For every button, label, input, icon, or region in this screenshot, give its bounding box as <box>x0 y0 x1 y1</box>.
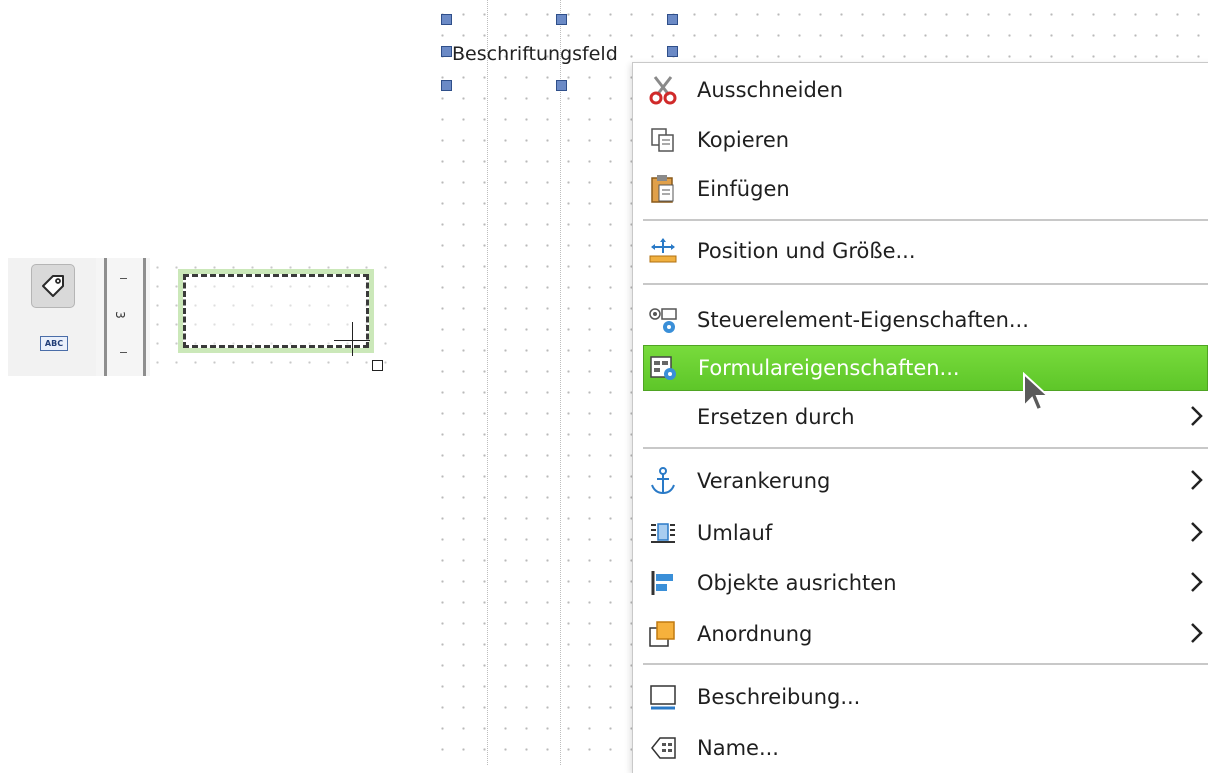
align-objects-icon <box>645 567 681 599</box>
ruler-edge <box>104 258 107 376</box>
menu-separator <box>643 219 1208 221</box>
menu-item-position-size[interactable]: Position und Größe... <box>643 229 1208 273</box>
copy-icon <box>645 124 681 156</box>
ruler-edge <box>143 258 146 376</box>
label-field-text[interactable]: Beschriftungsfeld <box>452 43 618 65</box>
position-size-icon <box>645 235 681 267</box>
grid-line <box>487 0 488 765</box>
selection-handle[interactable] <box>441 14 452 25</box>
wrap-icon <box>645 517 681 549</box>
menu-item-copy[interactable]: Kopieren <box>643 118 1208 162</box>
blank-icon <box>645 401 681 433</box>
selection-handle[interactable] <box>667 14 678 25</box>
menu-separator <box>643 283 1208 285</box>
form-properties-icon <box>646 352 682 384</box>
abc-text-icon[interactable]: ABC <box>40 336 68 351</box>
cursor-square-icon <box>372 360 383 371</box>
tag-icon <box>42 275 64 297</box>
menu-separator <box>643 663 1208 665</box>
menu-item-cut[interactable]: Ausschneiden <box>643 68 1208 112</box>
label-field-tool-button[interactable] <box>31 264 75 308</box>
menu-item-control-properties[interactable]: Steuerelement-Eigenschaften... <box>643 298 1208 342</box>
menu-item-label: Position und Größe... <box>697 239 916 263</box>
vertical-ruler: 3 <box>96 258 150 376</box>
menu-item-wrap[interactable]: Umlauf <box>643 511 1208 555</box>
menu-item-label: Umlauf <box>697 521 773 545</box>
menu-item-label: Formulareigenschaften... <box>698 356 960 380</box>
menu-item-anchor[interactable]: Verankerung <box>643 459 1208 503</box>
inset-toolbar: ABC <box>8 258 108 376</box>
menu-item-label: Verankerung <box>697 469 831 493</box>
description-icon <box>645 681 681 713</box>
context-menu: Ausschneiden Kopieren Einfügen Position … <box>632 62 1208 773</box>
ruler-tick <box>120 278 127 279</box>
ruler-number: 3 <box>112 311 127 319</box>
menu-item-description[interactable]: Beschreibung... <box>643 675 1208 719</box>
menu-item-arrange[interactable]: Anordnung <box>643 612 1208 656</box>
name-tag-icon <box>645 732 681 764</box>
arrange-icon <box>645 618 681 650</box>
selection-handle[interactable] <box>556 14 567 25</box>
label-field-drawing-frame[interactable] <box>178 269 374 353</box>
menu-item-label: Steuerelement-Eigenschaften... <box>697 308 1029 332</box>
grid-line <box>560 0 561 765</box>
menu-item-label: Objekte ausrichten <box>697 571 897 595</box>
crosshair-cursor <box>352 322 353 356</box>
selection-handle[interactable] <box>441 80 452 91</box>
paste-icon <box>645 173 681 205</box>
chevron-right-icon <box>1191 623 1203 643</box>
menu-item-label: Ausschneiden <box>697 78 844 102</box>
menu-item-paste[interactable]: Einfügen <box>643 167 1208 211</box>
menu-item-replace-with[interactable]: Ersetzen durch <box>643 395 1208 439</box>
selection-handle[interactable] <box>441 46 452 57</box>
menu-item-label: Einfügen <box>697 177 790 201</box>
chevron-right-icon <box>1191 572 1203 592</box>
menu-item-form-properties[interactable]: Formulareigenschaften... <box>643 345 1208 391</box>
selection-handle[interactable] <box>667 46 678 57</box>
menu-item-label: Ersetzen durch <box>697 405 855 429</box>
ruler-tick <box>120 352 127 353</box>
menu-item-label: Kopieren <box>697 128 790 152</box>
mouse-pointer-icon <box>1023 372 1051 412</box>
menu-item-align-objects[interactable]: Objekte ausrichten <box>643 561 1208 605</box>
control-properties-icon <box>645 304 681 336</box>
chevron-right-icon <box>1191 406 1203 426</box>
menu-item-label: Beschreibung... <box>697 685 861 709</box>
menu-separator <box>643 447 1208 449</box>
anchor-icon <box>645 465 681 497</box>
menu-item-label: Name... <box>697 736 779 760</box>
chevron-right-icon <box>1191 522 1203 542</box>
scissors-icon <box>645 74 681 106</box>
menu-item-name[interactable]: Name... <box>643 726 1208 770</box>
selection-handle[interactable] <box>556 80 567 91</box>
menu-item-label: Anordnung <box>697 622 813 646</box>
chevron-right-icon <box>1191 470 1203 490</box>
